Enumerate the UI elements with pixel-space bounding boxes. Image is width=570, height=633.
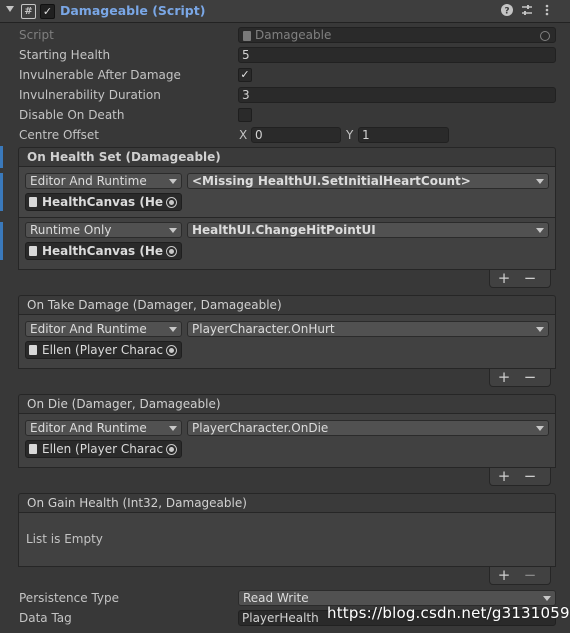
event-listener-row[interactable]: Editor And Runtime PlayerCharacter.OnDie… xyxy=(18,414,556,468)
disable-on-death-label: Disable On Death xyxy=(19,108,125,122)
object-picker-icon[interactable] xyxy=(166,197,177,208)
script-value: Damageable xyxy=(255,28,332,42)
disable-on-death-toggle[interactable] xyxy=(238,108,252,122)
add-listener-button[interactable]: + xyxy=(494,369,514,386)
watermark-text: https://blog.csdn.net/g313105910 xyxy=(327,604,570,622)
chevron-down-icon xyxy=(536,179,544,184)
add-listener-button[interactable]: + xyxy=(494,567,514,584)
invulnerable-toggle[interactable]: ✓ xyxy=(238,68,252,82)
event-listener-row[interactable]: Editor And Runtime <Missing HealthUI.Set… xyxy=(18,167,556,218)
function-dropdown[interactable]: PlayerCharacter.OnDie xyxy=(187,420,549,436)
add-listener-button[interactable]: + xyxy=(494,468,514,485)
target-object-value: HealthCanvas (Healt xyxy=(42,244,181,258)
target-object-field[interactable]: HealthCanvas (Healt xyxy=(25,242,182,260)
starting-health-label: Starting Health xyxy=(19,48,111,62)
list-empty-text: List is Empty xyxy=(26,532,103,546)
chevron-down-icon xyxy=(169,228,177,233)
function-dropdown[interactable]: HealthUI.ChangeHitPointUI xyxy=(187,222,549,238)
invulnerable-label: Invulnerable After Damage xyxy=(19,68,181,82)
persistence-type-value: Read Write xyxy=(243,591,309,605)
script-file-icon xyxy=(243,31,251,41)
override-indicator xyxy=(0,222,3,242)
invulnerability-duration-field[interactable]: 3 xyxy=(238,87,556,103)
remove-listener-button[interactable]: − xyxy=(520,369,540,386)
chevron-down-icon xyxy=(169,179,177,184)
target-object-field[interactable]: Ellen (Player Characte xyxy=(25,341,182,359)
call-state-dropdown[interactable]: Editor And Runtime xyxy=(25,420,182,436)
centre-offset-y-label: Y xyxy=(346,128,354,142)
event-header-on-take-damage: On Take Damage (Damager, Damageable) xyxy=(18,295,556,315)
component-header: # ✓ Damageable (Script) ? xyxy=(0,0,570,23)
chevron-down-icon xyxy=(536,228,544,233)
object-picker-icon[interactable] xyxy=(166,246,177,257)
function-value: HealthUI.ChangeHitPointUI xyxy=(192,223,376,237)
event-header-on-die: On Die (Damager, Damageable) xyxy=(18,394,556,414)
remove-listener-button[interactable]: − xyxy=(520,270,540,287)
target-object-value: Ellen (Player Characte xyxy=(42,442,176,456)
centre-offset-x-label: X xyxy=(239,128,248,142)
call-state-dropdown[interactable]: Editor And Runtime xyxy=(25,321,182,337)
starting-health-field[interactable]: 5 xyxy=(238,47,556,63)
object-picker-icon[interactable] xyxy=(166,345,177,356)
event-header-on-gain-health: On Gain Health (Int32, Damageable) xyxy=(18,493,556,513)
list-footer: + − xyxy=(489,567,551,585)
script-field: Damageable xyxy=(238,27,556,43)
centre-offset-x-field[interactable]: 0 xyxy=(251,127,341,143)
object-picker-icon[interactable] xyxy=(166,444,177,455)
remove-listener-button: − xyxy=(523,566,537,584)
add-listener-button[interactable]: + xyxy=(494,270,514,287)
call-state-value: Editor And Runtime xyxy=(30,421,147,435)
call-state-value: Runtime Only xyxy=(30,223,112,237)
object-picker-icon xyxy=(540,31,550,41)
function-dropdown[interactable]: <Missing HealthUI.SetInitialHeartCount> xyxy=(187,173,549,189)
gameobject-icon xyxy=(29,444,37,454)
chevron-down-icon xyxy=(536,426,544,431)
function-dropdown[interactable]: PlayerCharacter.OnHurt xyxy=(187,321,549,337)
remove-listener-button[interactable]: − xyxy=(520,468,540,485)
chevron-down-icon xyxy=(169,327,177,332)
target-object-field[interactable]: HealthCanvas (Healt xyxy=(25,193,182,211)
foldout-arrow-icon[interactable] xyxy=(6,6,14,12)
chevron-down-icon xyxy=(169,426,177,431)
override-indicator xyxy=(0,193,3,211)
function-value: PlayerCharacter.OnHurt xyxy=(192,322,335,336)
target-object-value: Ellen (Player Characte xyxy=(42,343,176,357)
override-indicator xyxy=(0,173,3,193)
override-indicator xyxy=(0,146,3,168)
svg-text:?: ? xyxy=(504,7,509,17)
script-icon: # xyxy=(21,4,36,19)
chevron-down-icon xyxy=(536,327,544,332)
function-value: PlayerCharacter.OnDie xyxy=(192,421,329,435)
call-state-value: Editor And Runtime xyxy=(30,174,147,188)
component-title[interactable]: Damageable (Script) xyxy=(60,3,205,18)
call-state-dropdown[interactable]: Editor And Runtime xyxy=(25,173,182,189)
gameobject-icon xyxy=(29,246,37,256)
more-icon[interactable] xyxy=(540,3,554,17)
target-object-value: HealthCanvas (Healt xyxy=(42,195,181,209)
component-enabled-checkbox[interactable]: ✓ xyxy=(40,4,55,19)
target-object-field[interactable]: Ellen (Player Characte xyxy=(25,440,182,458)
centre-offset-label: Centre Offset xyxy=(19,128,99,142)
event-header-on-health-set: On Health Set (Damageable) xyxy=(18,147,556,167)
chevron-down-icon xyxy=(543,596,551,601)
persistence-type-label: Persistence Type xyxy=(19,591,120,605)
event-listener-row[interactable]: Editor And Runtime PlayerCharacter.OnHur… xyxy=(18,315,556,369)
event-listener-row[interactable]: Runtime Only HealthUI.ChangeHitPointUI H… xyxy=(18,218,556,270)
function-value: <Missing HealthUI.SetInitialHeartCount> xyxy=(192,174,471,188)
help-icon[interactable]: ? xyxy=(500,3,514,17)
event-list-empty: List is Empty xyxy=(18,513,556,567)
override-indicator xyxy=(0,242,3,260)
call-state-dropdown[interactable]: Runtime Only xyxy=(25,222,182,238)
centre-offset-y-field[interactable]: 1 xyxy=(358,127,449,143)
invulnerability-duration-label: Invulnerability Duration xyxy=(19,88,161,102)
list-footer: + − xyxy=(489,369,551,387)
list-footer: + − xyxy=(489,270,551,288)
call-state-value: Editor And Runtime xyxy=(30,322,147,336)
gameobject-icon xyxy=(29,345,37,355)
script-label: Script xyxy=(19,28,54,42)
preset-icon[interactable] xyxy=(520,3,534,17)
list-footer: + − xyxy=(489,468,551,486)
gameobject-icon xyxy=(29,197,37,207)
data-tag-label: Data Tag xyxy=(19,611,72,625)
